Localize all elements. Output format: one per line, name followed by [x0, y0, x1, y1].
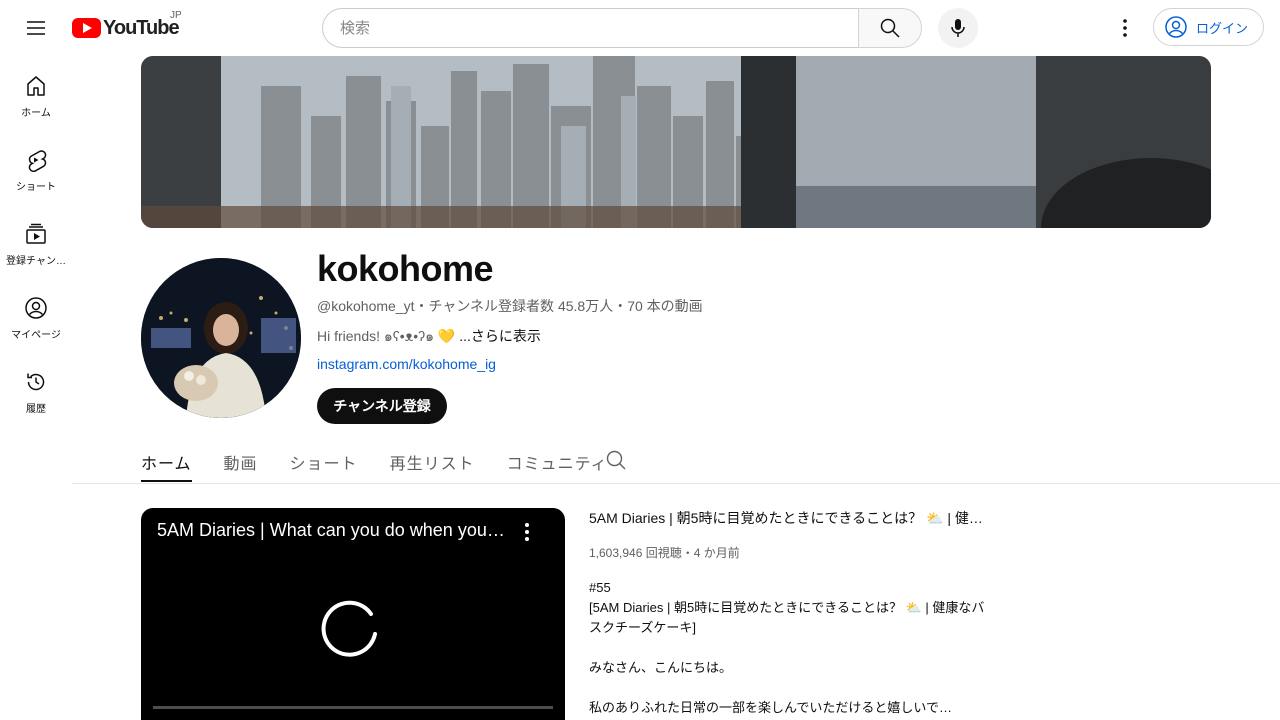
- shorts-icon: [28, 150, 47, 172]
- tab-playlists[interactable]: 再生リスト: [390, 438, 475, 484]
- history-icon: [27, 373, 45, 391]
- search-icon: [880, 18, 900, 38]
- more-vertical-icon: [525, 523, 529, 541]
- tab-community[interactable]: コミュニティ: [507, 438, 608, 484]
- home-icon: [27, 76, 45, 96]
- more-vertical-icon: [1123, 19, 1127, 37]
- tab-videos[interactable]: 動画: [224, 438, 258, 484]
- featured-video-title[interactable]: 5AM Diaries | 朝5時に目覚めたときにできることは？ ⛅ | 健…: [589, 508, 989, 528]
- channel-avatar[interactable]: [141, 258, 301, 418]
- guide-label: 登録チャン…: [6, 256, 66, 267]
- guide-label: ショート: [16, 182, 56, 193]
- masthead: YouTube JP ログイン: [0, 0, 1280, 56]
- guide-item-shorts[interactable]: ショート: [4, 130, 68, 204]
- channel-search-button[interactable]: [604, 448, 628, 472]
- search-input[interactable]: [322, 8, 859, 48]
- youtube-play-icon: [72, 18, 101, 38]
- login-button[interactable]: ログイン: [1153, 8, 1264, 46]
- guide-item-history[interactable]: 履歴: [4, 352, 68, 426]
- mini-guide: ホーム ショート 登録チャン… マイページ 履歴: [0, 56, 72, 720]
- description-line: 私のありふれた日常の一部を楽しんでいただけると嬉しいで…: [589, 700, 952, 715]
- login-label: ログイン: [1196, 20, 1249, 36]
- player-more-button[interactable]: [513, 518, 541, 546]
- channel-description[interactable]: Hi friends! ๑ʕ•ᴥ•ʔ๑ 💛 ...さらに表示: [317, 326, 541, 348]
- guide-menu-button[interactable]: [16, 8, 56, 48]
- channel-banner: [141, 56, 1211, 228]
- show-more-link[interactable]: ...さらに表示: [459, 328, 541, 344]
- search-icon: [606, 450, 626, 470]
- channel-tabs: ホーム 動画 ショート 再生リスト コミュニティ: [141, 438, 640, 484]
- guide-item-subscriptions[interactable]: 登録チャン…: [4, 204, 68, 278]
- guide-label: マイページ: [11, 330, 61, 341]
- search-box: [322, 8, 922, 48]
- loading-spinner-icon: [321, 600, 377, 657]
- video-player[interactable]: 5AM Diaries | What can you do when you …: [141, 508, 565, 720]
- channel-meta: @kokohome_yt・チャンネル登録者数 45.8万人・70 本の動画: [317, 298, 703, 314]
- player-title[interactable]: 5AM Diaries | What can you do when you …: [157, 520, 507, 541]
- channel-name: kokohome: [317, 248, 494, 289]
- avatar-image: [141, 258, 301, 418]
- channel-external-link[interactable]: instagram.com/kokohome_ig: [317, 356, 496, 372]
- guide-label: ホーム: [21, 108, 51, 119]
- description-line: [5AM Diaries | 朝5時に目覚めたときにできることは？ ⛅ | 健康…: [589, 600, 985, 635]
- youtube-logo[interactable]: YouTube JP: [72, 10, 182, 40]
- guide-item-home[interactable]: ホーム: [4, 56, 68, 130]
- subscriptions-icon: [26, 223, 46, 244]
- guide-item-you[interactable]: マイページ: [4, 278, 68, 352]
- settings-menu-button[interactable]: [1105, 8, 1145, 48]
- hamburger-icon: [27, 21, 45, 35]
- tabs-divider: [72, 483, 1280, 484]
- you-icon: [25, 297, 47, 319]
- description-text: Hi friends! ๑ʕ•ᴥ•ʔ๑ 💛: [317, 328, 460, 344]
- guide-label: 履歴: [26, 404, 46, 415]
- search-button[interactable]: [858, 8, 922, 48]
- banner-city-image: [141, 56, 1211, 228]
- tab-home[interactable]: ホーム: [141, 438, 192, 484]
- microphone-icon: [951, 19, 965, 37]
- subscribe-button[interactable]: チャンネル登録: [317, 388, 447, 424]
- description-line: みなさん、こんにちは。: [589, 660, 733, 675]
- tab-shorts[interactable]: ショート: [290, 438, 358, 484]
- region-code: JP: [170, 10, 182, 21]
- logo-text: YouTube: [103, 16, 180, 39]
- description-line: #55: [589, 580, 611, 595]
- player-progress-bar[interactable]: [153, 706, 553, 709]
- featured-video-stats: 1,603,946 回視聴・4 か月前: [589, 546, 740, 560]
- featured-video-description: #55 [5AM Diaries | 朝5時に目覚めたときにできることは？ ⛅ …: [589, 578, 989, 718]
- account-icon: [1165, 16, 1187, 38]
- voice-search-button[interactable]: [938, 8, 978, 48]
